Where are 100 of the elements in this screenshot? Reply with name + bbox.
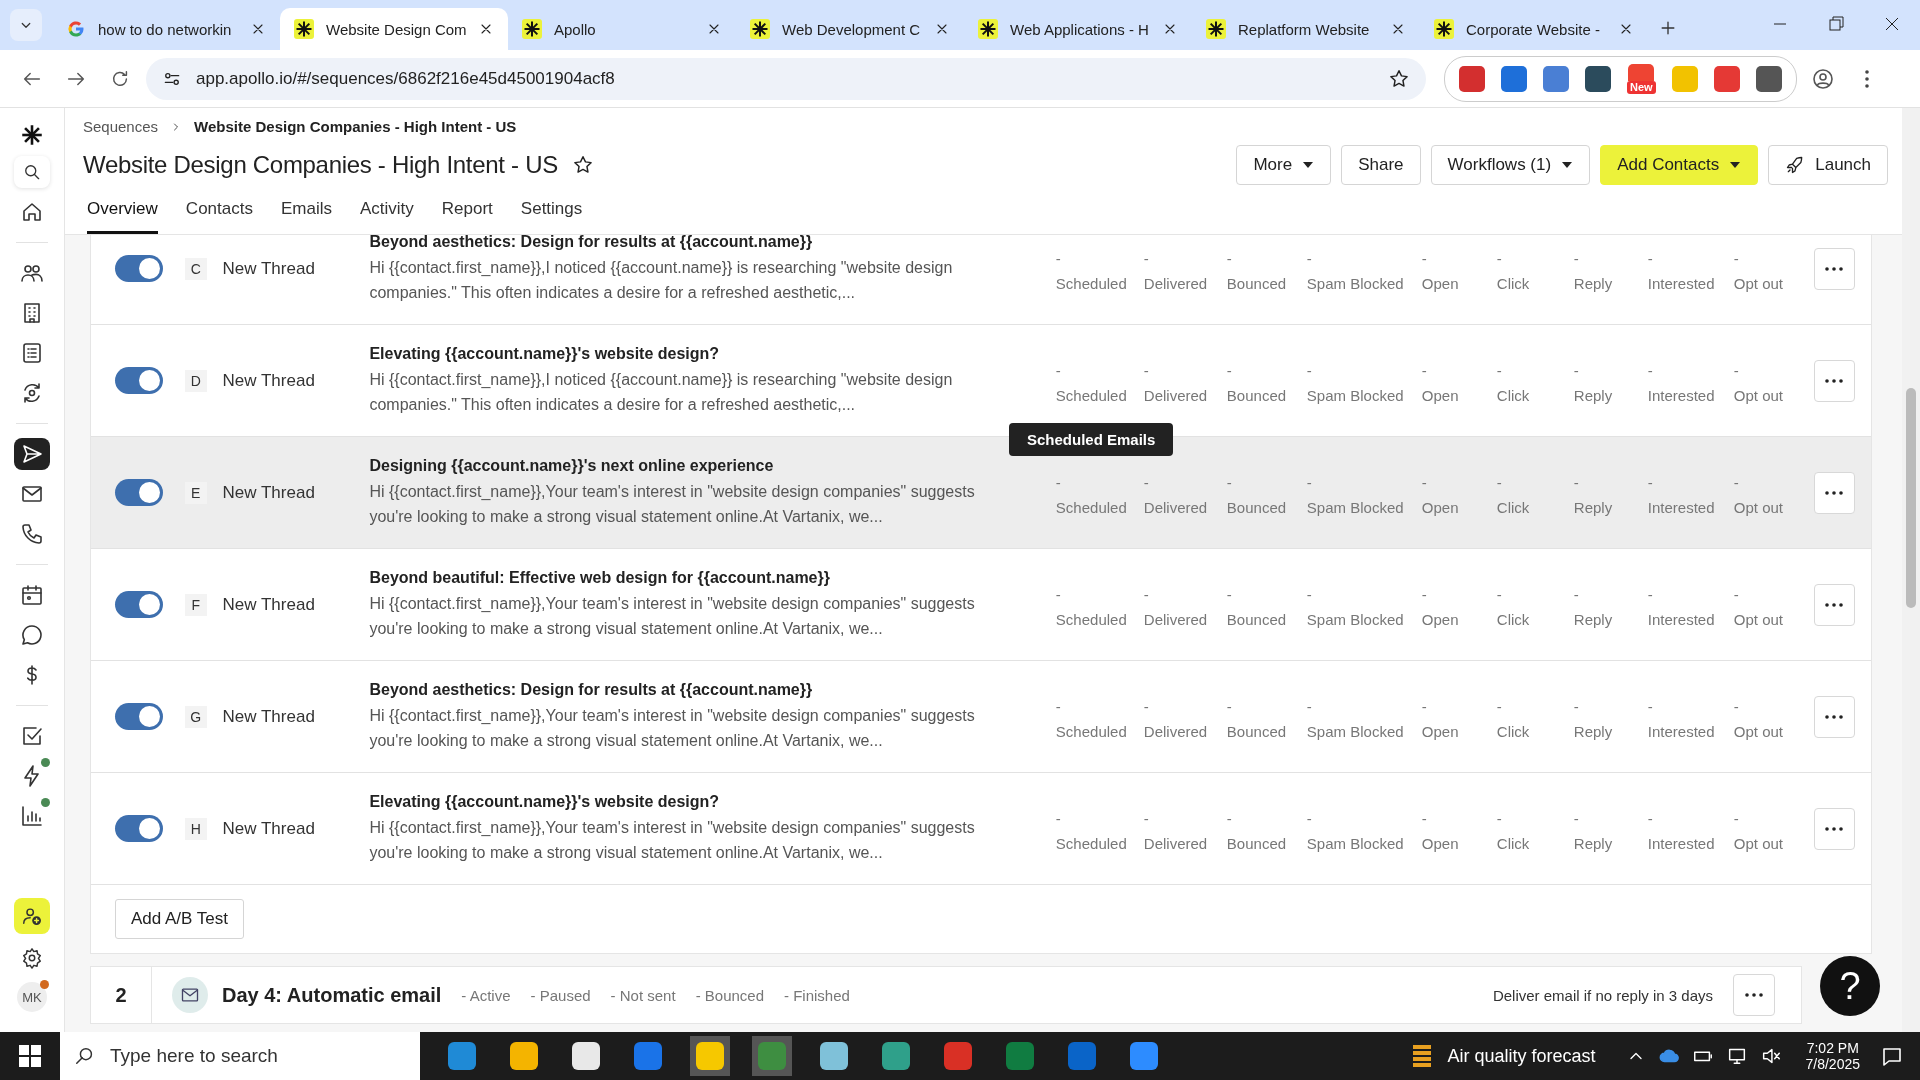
stat-label: Interested [1647,386,1716,404]
browser-tab[interactable]: Website Design Com [280,8,508,50]
add-ab-test-button[interactable]: Add A/B Test [115,899,245,939]
stat-value: - [1421,249,1428,267]
more-icon [1745,993,1763,997]
breadcrumb-link[interactable]: Sequences [83,118,159,135]
stat-label: Reply [1573,498,1614,516]
email-preview: Hi {{contact.first_name}},Your team's interest in "website design companies" suggests you're looking to make a strong visual statement online.At Vartanix, we... [369,593,976,639]
toggle-switch[interactable] [115,703,163,730]
breadcrumb-current: Website Design Companies - High Intent - US [194,118,517,135]
asterisk-logo[interactable] [19,122,45,148]
toggle-switch[interactable] [115,255,163,282]
scrollbar[interactable] [1902,108,1920,1032]
stat-label: Interested [1647,274,1716,292]
add-contacts-button[interactable]: Add Contacts [1600,145,1759,185]
email-subject: Beyond aesthetics: Design for results at {{account.name}} [369,235,814,251]
extension-icon[interactable] [1585,65,1611,92]
extension-icon[interactable] [1543,65,1569,92]
page-tab[interactable]: Contacts [185,193,253,234]
asterisk-icon [750,19,770,39]
star-icon [1388,67,1410,90]
clock[interactable]: 7:02 PM 7/8/2025 [1805,1040,1860,1072]
stat-label: Bounced [1226,722,1288,740]
stat-label: Delivered [1143,610,1209,628]
weather-widget[interactable]: Air quality forecast [1409,1041,1596,1071]
email-subject: Beyond beautiful: Effective web design for {{account.name}} [369,568,831,587]
email-subject: Elevating {{account.name}}'s website design? [369,344,721,363]
stat-value: - [1143,361,1150,379]
more-icon [1825,378,1844,383]
taskbar-search-field[interactable]: Type here to search [60,1032,420,1080]
stat-label: Interested [1647,834,1716,852]
email-preview: Hi {{contact.first_name}},I noticed {{account.name}} is researching "website design companies." This often indicates a desire for a refreshed aesthetic,... [369,257,954,303]
extension-icon[interactable] [1713,65,1740,92]
browser-tab[interactable]: how to do networkin [52,8,280,50]
stat-label: Reply [1573,274,1614,292]
variant-letter: F [185,593,207,616]
header-button[interactable]: More [1236,145,1332,185]
stat-value: - [1573,249,1580,267]
extension-icon[interactable] [1459,65,1485,92]
stat-value: - [1226,473,1233,491]
stat-label: Interested [1647,498,1716,516]
browser-tab[interactable]: Apollo [508,8,736,50]
user-avatar[interactable]: MK [17,982,47,1012]
stat-value: - [1733,473,1740,491]
search-button[interactable] [14,156,50,188]
stat-value: - [1226,809,1233,827]
stat-label: Click [1496,274,1531,292]
stat-value: - [1226,361,1233,379]
extension-icon[interactable] [1755,65,1782,92]
send-icon [20,442,44,466]
stat-value: - [1647,809,1654,827]
stat-label: Delivered [1143,386,1209,404]
stat-label: Opt out [1733,610,1785,628]
person-icon [1810,66,1835,91]
launch-button[interactable]: Launch [1768,145,1888,185]
stat-value: - [1226,585,1233,603]
browser-tab[interactable]: Web Development C [736,8,964,50]
toggle-switch[interactable] [115,479,163,506]
header-button[interactable]: Workflows (1) [1430,145,1591,185]
stat-label: Spam Blocked [1306,834,1405,852]
stat-value: - [1647,473,1654,491]
toggle-switch[interactable] [115,367,163,394]
more-options-button[interactable] [1733,974,1775,1016]
status-count: - Finished [784,986,850,1004]
extension-icon[interactable] [1628,63,1655,81]
stat-value: - [1647,249,1654,267]
stat-label: Spam Blocked [1306,386,1405,404]
google-icon [66,19,86,39]
stat-value: - [1496,809,1503,827]
toggle-switch[interactable] [115,591,163,618]
tooltip: Scheduled Emails [1009,423,1174,456]
stat-label: Opt out [1733,386,1785,404]
variant-letter: D [185,369,207,392]
page-tab[interactable]: Emails [280,193,332,234]
stat-label: Delivered [1143,498,1209,516]
windows-icon [19,1045,41,1067]
stat-value: - [1306,361,1313,379]
phone-icon [20,522,44,546]
page-tab[interactable]: Activity [359,193,414,234]
stat-value: - [1421,697,1428,715]
stat-label: Opt out [1733,722,1785,740]
extension-icon[interactable] [1501,65,1527,92]
sidebar-item[interactable] [14,438,50,470]
browser-tab[interactable]: Replatform Website [1192,8,1420,50]
address-bar[interactable]: app.apollo.io/#/sequences/6862f216e45d45001904acf8 [146,57,1426,100]
stat-label: Open [1421,722,1460,740]
caret-icon [1302,161,1315,169]
header-button[interactable]: Share [1341,145,1421,185]
stat-label: Reply [1573,722,1614,740]
browser-tab[interactable]: Corporate Website - [1420,8,1648,50]
toggle-switch[interactable] [115,815,163,842]
stat-value: - [1733,361,1740,379]
thread-label: New Thread [222,258,316,279]
stat-label: Open [1421,834,1460,852]
page-tab[interactable]: Settings [520,193,583,234]
status-dot [41,798,50,807]
add-user-button[interactable] [14,898,50,934]
browser-tab[interactable]: Web Applications - H [964,8,1192,50]
page-tab[interactable]: Report [441,193,493,234]
help-button[interactable]: ? [1820,956,1880,1016]
